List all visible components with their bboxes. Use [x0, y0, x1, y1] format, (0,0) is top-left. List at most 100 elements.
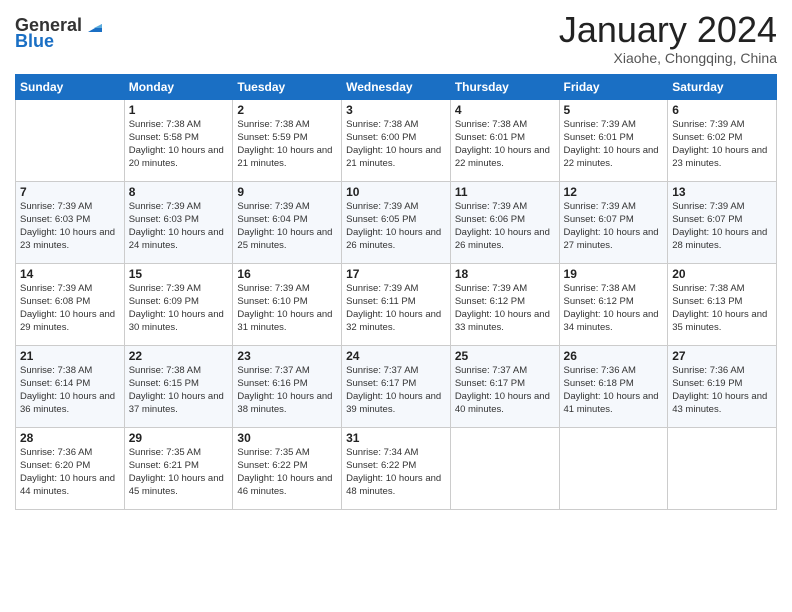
day-num-19: 19 [564, 267, 664, 281]
day-info-7: Sunrise: 7:39 AMSunset: 6:03 PMDaylight:… [20, 200, 120, 253]
day-num-20: 20 [672, 267, 772, 281]
day-num-29: 29 [129, 431, 229, 445]
day-num-9: 9 [237, 185, 337, 199]
day-info-6: Sunrise: 7:39 AMSunset: 6:02 PMDaylight:… [672, 118, 772, 171]
cell-1-3: 10Sunrise: 7:39 AMSunset: 6:05 PMDayligh… [342, 181, 451, 263]
th-saturday: Saturday [668, 74, 777, 99]
day-num-25: 25 [455, 349, 555, 363]
cell-4-1: 29Sunrise: 7:35 AMSunset: 6:21 PMDayligh… [124, 427, 233, 509]
th-thursday: Thursday [450, 74, 559, 99]
day-info-5: Sunrise: 7:39 AMSunset: 6:01 PMDaylight:… [564, 118, 664, 171]
cell-0-3: 3Sunrise: 7:38 AMSunset: 6:00 PMDaylight… [342, 99, 451, 181]
th-tuesday: Tuesday [233, 74, 342, 99]
calendar: Sunday Monday Tuesday Wednesday Thursday… [15, 74, 777, 510]
day-info-2: Sunrise: 7:38 AMSunset: 5:59 PMDaylight:… [237, 118, 337, 171]
day-info-17: Sunrise: 7:39 AMSunset: 6:11 PMDaylight:… [346, 282, 446, 335]
day-num-18: 18 [455, 267, 555, 281]
day-info-23: Sunrise: 7:37 AMSunset: 6:16 PMDaylight:… [237, 364, 337, 417]
day-info-19: Sunrise: 7:38 AMSunset: 6:12 PMDaylight:… [564, 282, 664, 335]
day-info-26: Sunrise: 7:36 AMSunset: 6:18 PMDaylight:… [564, 364, 664, 417]
day-info-14: Sunrise: 7:39 AMSunset: 6:08 PMDaylight:… [20, 282, 120, 335]
cell-0-0 [16, 99, 125, 181]
cell-2-2: 16Sunrise: 7:39 AMSunset: 6:10 PMDayligh… [233, 263, 342, 345]
week-row-0: 1Sunrise: 7:38 AMSunset: 5:58 PMDaylight… [16, 99, 777, 181]
day-info-4: Sunrise: 7:38 AMSunset: 6:01 PMDaylight:… [455, 118, 555, 171]
day-num-26: 26 [564, 349, 664, 363]
cell-2-3: 17Sunrise: 7:39 AMSunset: 6:11 PMDayligh… [342, 263, 451, 345]
cell-1-6: 13Sunrise: 7:39 AMSunset: 6:07 PMDayligh… [668, 181, 777, 263]
day-num-21: 21 [20, 349, 120, 363]
cell-4-2: 30Sunrise: 7:35 AMSunset: 6:22 PMDayligh… [233, 427, 342, 509]
day-num-10: 10 [346, 185, 446, 199]
day-info-3: Sunrise: 7:38 AMSunset: 6:00 PMDaylight:… [346, 118, 446, 171]
day-info-31: Sunrise: 7:34 AMSunset: 6:22 PMDaylight:… [346, 446, 446, 499]
day-info-20: Sunrise: 7:38 AMSunset: 6:13 PMDaylight:… [672, 282, 772, 335]
header: General Blue January 2024 Xiaohe, Chongq… [15, 10, 777, 66]
day-info-15: Sunrise: 7:39 AMSunset: 6:09 PMDaylight:… [129, 282, 229, 335]
day-num-11: 11 [455, 185, 555, 199]
cell-4-5 [559, 427, 668, 509]
cell-3-5: 26Sunrise: 7:36 AMSunset: 6:18 PMDayligh… [559, 345, 668, 427]
day-info-10: Sunrise: 7:39 AMSunset: 6:05 PMDaylight:… [346, 200, 446, 253]
day-info-22: Sunrise: 7:38 AMSunset: 6:15 PMDaylight:… [129, 364, 229, 417]
day-num-5: 5 [564, 103, 664, 117]
cell-0-5: 5Sunrise: 7:39 AMSunset: 6:01 PMDaylight… [559, 99, 668, 181]
th-wednesday: Wednesday [342, 74, 451, 99]
day-num-16: 16 [237, 267, 337, 281]
cell-2-0: 14Sunrise: 7:39 AMSunset: 6:08 PMDayligh… [16, 263, 125, 345]
day-num-28: 28 [20, 431, 120, 445]
logo: General Blue [15, 14, 106, 50]
th-sunday: Sunday [16, 74, 125, 99]
day-num-7: 7 [20, 185, 120, 199]
title-block: January 2024 Xiaohe, Chongqing, China [559, 10, 777, 66]
week-row-2: 14Sunrise: 7:39 AMSunset: 6:08 PMDayligh… [16, 263, 777, 345]
cell-4-4 [450, 427, 559, 509]
day-num-1: 1 [129, 103, 229, 117]
th-monday: Monday [124, 74, 233, 99]
day-num-2: 2 [237, 103, 337, 117]
day-info-27: Sunrise: 7:36 AMSunset: 6:19 PMDaylight:… [672, 364, 772, 417]
cell-2-4: 18Sunrise: 7:39 AMSunset: 6:12 PMDayligh… [450, 263, 559, 345]
month-title: January 2024 [559, 10, 777, 50]
day-info-9: Sunrise: 7:39 AMSunset: 6:04 PMDaylight:… [237, 200, 337, 253]
day-num-4: 4 [455, 103, 555, 117]
week-row-4: 28Sunrise: 7:36 AMSunset: 6:20 PMDayligh… [16, 427, 777, 509]
th-friday: Friday [559, 74, 668, 99]
cell-3-1: 22Sunrise: 7:38 AMSunset: 6:15 PMDayligh… [124, 345, 233, 427]
cell-3-3: 24Sunrise: 7:37 AMSunset: 6:17 PMDayligh… [342, 345, 451, 427]
cell-1-0: 7Sunrise: 7:39 AMSunset: 6:03 PMDaylight… [16, 181, 125, 263]
day-info-16: Sunrise: 7:39 AMSunset: 6:10 PMDaylight:… [237, 282, 337, 335]
day-info-13: Sunrise: 7:39 AMSunset: 6:07 PMDaylight:… [672, 200, 772, 253]
week-row-3: 21Sunrise: 7:38 AMSunset: 6:14 PMDayligh… [16, 345, 777, 427]
cell-1-2: 9Sunrise: 7:39 AMSunset: 6:04 PMDaylight… [233, 181, 342, 263]
logo-icon [84, 14, 106, 36]
day-info-24: Sunrise: 7:37 AMSunset: 6:17 PMDaylight:… [346, 364, 446, 417]
day-info-8: Sunrise: 7:39 AMSunset: 6:03 PMDaylight:… [129, 200, 229, 253]
cell-1-4: 11Sunrise: 7:39 AMSunset: 6:06 PMDayligh… [450, 181, 559, 263]
cell-3-0: 21Sunrise: 7:38 AMSunset: 6:14 PMDayligh… [16, 345, 125, 427]
day-num-27: 27 [672, 349, 772, 363]
cell-4-6 [668, 427, 777, 509]
day-num-8: 8 [129, 185, 229, 199]
day-num-22: 22 [129, 349, 229, 363]
week-row-1: 7Sunrise: 7:39 AMSunset: 6:03 PMDaylight… [16, 181, 777, 263]
cell-0-6: 6Sunrise: 7:39 AMSunset: 6:02 PMDaylight… [668, 99, 777, 181]
day-num-14: 14 [20, 267, 120, 281]
day-num-30: 30 [237, 431, 337, 445]
day-num-17: 17 [346, 267, 446, 281]
day-num-24: 24 [346, 349, 446, 363]
cell-3-2: 23Sunrise: 7:37 AMSunset: 6:16 PMDayligh… [233, 345, 342, 427]
day-info-30: Sunrise: 7:35 AMSunset: 6:22 PMDaylight:… [237, 446, 337, 499]
cell-3-4: 25Sunrise: 7:37 AMSunset: 6:17 PMDayligh… [450, 345, 559, 427]
day-num-23: 23 [237, 349, 337, 363]
cell-1-1: 8Sunrise: 7:39 AMSunset: 6:03 PMDaylight… [124, 181, 233, 263]
day-info-25: Sunrise: 7:37 AMSunset: 6:17 PMDaylight:… [455, 364, 555, 417]
cell-0-2: 2Sunrise: 7:38 AMSunset: 5:59 PMDaylight… [233, 99, 342, 181]
day-num-6: 6 [672, 103, 772, 117]
cell-2-1: 15Sunrise: 7:39 AMSunset: 6:09 PMDayligh… [124, 263, 233, 345]
day-info-21: Sunrise: 7:38 AMSunset: 6:14 PMDaylight:… [20, 364, 120, 417]
day-num-15: 15 [129, 267, 229, 281]
cell-0-1: 1Sunrise: 7:38 AMSunset: 5:58 PMDaylight… [124, 99, 233, 181]
day-num-13: 13 [672, 185, 772, 199]
day-info-28: Sunrise: 7:36 AMSunset: 6:20 PMDaylight:… [20, 446, 120, 499]
